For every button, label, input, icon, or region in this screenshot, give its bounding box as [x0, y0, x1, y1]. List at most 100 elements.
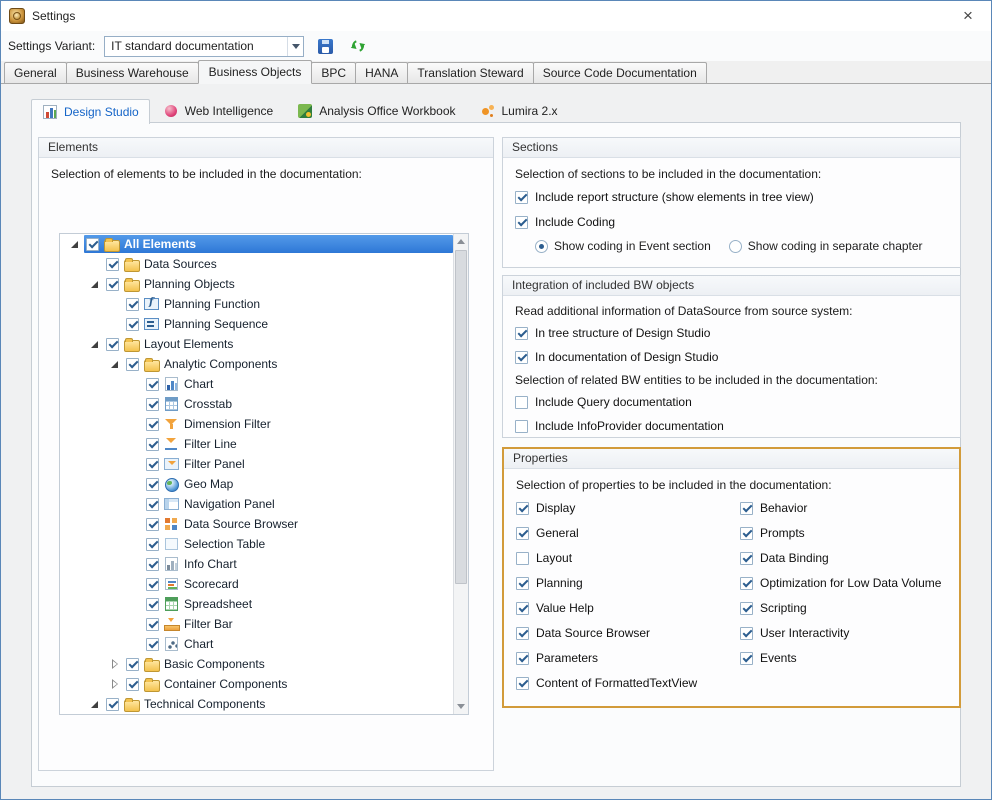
tree-item-container-components[interactable]: Container Components — [60, 674, 453, 694]
tree-item-dimension-filter[interactable]: Dimension Filter — [60, 414, 453, 434]
chevron-down-icon[interactable] — [287, 37, 303, 56]
checkbox[interactable] — [146, 558, 159, 571]
checkbox[interactable] — [146, 418, 159, 431]
tree-item-basic-components[interactable]: Basic Components — [60, 654, 453, 674]
main-tab-general[interactable]: General — [4, 62, 67, 83]
checkbox[interactable] — [740, 577, 753, 590]
checkbox[interactable] — [516, 577, 529, 590]
checkbox[interactable] — [126, 358, 139, 371]
checkbox[interactable] — [146, 478, 159, 491]
checkbox[interactable] — [740, 602, 753, 615]
checkbox[interactable] — [106, 698, 119, 711]
main-tab-source-code-documentation[interactable]: Source Code Documentation — [533, 62, 707, 83]
expand-arrow-icon[interactable] — [126, 434, 144, 454]
main-tab-hana[interactable]: HANA — [355, 62, 408, 83]
checkbox[interactable] — [515, 191, 528, 204]
tree-item-filter-line[interactable]: Filter Line — [60, 434, 453, 454]
checkbox-prompts[interactable]: Prompts — [740, 525, 947, 541]
close-button[interactable]: × — [953, 2, 983, 30]
radio-button[interactable] — [535, 240, 548, 253]
checkbox[interactable] — [516, 652, 529, 665]
expand-arrow-icon[interactable] — [126, 514, 144, 534]
refresh-button[interactable] — [346, 35, 370, 57]
checkbox[interactable] — [516, 527, 529, 540]
checkbox[interactable] — [126, 298, 139, 311]
expand-arrow-icon[interactable] — [126, 614, 144, 634]
expand-arrow-icon[interactable] — [126, 454, 144, 474]
main-tab-business-warehouse[interactable]: Business Warehouse — [66, 62, 199, 83]
tree-item-chart[interactable]: Chart — [60, 374, 453, 394]
expand-arrow-icon[interactable] — [106, 654, 124, 674]
checkbox-planning[interactable]: Planning — [516, 575, 716, 591]
checkbox[interactable] — [515, 327, 528, 340]
expand-arrow-icon[interactable] — [126, 474, 144, 494]
checkbox[interactable] — [126, 318, 139, 331]
tree-item-chart[interactable]: Chart — [60, 634, 453, 654]
checkbox[interactable] — [146, 598, 159, 611]
checkbox[interactable] — [106, 338, 119, 351]
checkbox-parameters[interactable]: Parameters — [516, 650, 716, 666]
checkbox[interactable] — [146, 438, 159, 451]
radio-button[interactable] — [729, 240, 742, 253]
checkbox[interactable] — [516, 502, 529, 515]
variant-combobox[interactable]: IT standard documentation — [104, 36, 304, 57]
checkbox-content-of-formattedtextview[interactable]: Content of FormattedTextView — [516, 675, 716, 691]
tree-item-selection-table[interactable]: Selection Table — [60, 534, 453, 554]
checkbox-value-help[interactable]: Value Help — [516, 600, 716, 616]
checkbox[interactable] — [146, 398, 159, 411]
sub-tab-lumira-2-x[interactable]: Lumira 2.x — [469, 98, 569, 123]
tree-scrollbar[interactable] — [453, 234, 468, 714]
checkbox-include-coding[interactable]: Include Coding — [515, 214, 948, 230]
scroll-up-arrow-icon[interactable] — [454, 234, 468, 249]
expand-arrow-icon[interactable] — [106, 294, 124, 314]
scroll-down-arrow-icon[interactable] — [454, 699, 468, 714]
checkbox-include-report-structure-show-elements-in-tree-view[interactable]: Include report structure (show elements … — [515, 189, 948, 205]
expand-arrow-icon[interactable] — [126, 534, 144, 554]
expand-arrow-icon[interactable] — [126, 414, 144, 434]
tree-item-filter-bar[interactable]: Filter Bar — [60, 614, 453, 634]
checkbox[interactable] — [740, 502, 753, 515]
expand-arrow-icon[interactable] — [86, 334, 104, 354]
tree-item-scorecard[interactable]: Scorecard — [60, 574, 453, 594]
expand-arrow-icon[interactable] — [126, 494, 144, 514]
expand-arrow-icon[interactable] — [126, 374, 144, 394]
tree-item-info-chart[interactable]: Info Chart — [60, 554, 453, 574]
tree-item-filter-panel[interactable]: Filter Panel — [60, 454, 453, 474]
checkbox-layout[interactable]: Layout — [516, 550, 716, 566]
checkbox[interactable] — [86, 238, 99, 251]
checkbox[interactable] — [126, 678, 139, 691]
checkbox[interactable] — [146, 638, 159, 651]
main-tab-translation-steward[interactable]: Translation Steward — [407, 62, 533, 83]
checkbox[interactable] — [146, 518, 159, 531]
checkbox-behavior[interactable]: Behavior — [740, 500, 947, 516]
tree-item-all-elements[interactable]: All Elements — [60, 234, 453, 254]
checkbox-optimization-for-low-data-volume[interactable]: Optimization for Low Data Volume — [740, 575, 947, 591]
checkbox-include-infoprovider-documentation[interactable]: Include InfoProvider documentation — [515, 418, 948, 434]
tree-item-spreadsheet[interactable]: Spreadsheet — [60, 594, 453, 614]
tree-item-data-sources[interactable]: Data Sources — [60, 254, 453, 274]
save-button[interactable] — [313, 35, 337, 57]
checkbox[interactable] — [146, 578, 159, 591]
scroll-thumb[interactable] — [455, 250, 467, 584]
checkbox-scripting[interactable]: Scripting — [740, 600, 947, 616]
checkbox[interactable] — [515, 351, 528, 364]
tree-item-technical-components[interactable]: Technical Components — [60, 694, 453, 714]
checkbox[interactable] — [146, 378, 159, 391]
expand-arrow-icon[interactable] — [126, 394, 144, 414]
main-tab-bpc[interactable]: BPC — [311, 62, 356, 83]
expand-arrow-icon[interactable] — [106, 354, 124, 374]
expand-arrow-icon[interactable] — [106, 674, 124, 694]
checkbox[interactable] — [515, 396, 528, 409]
checkbox[interactable] — [516, 627, 529, 640]
checkbox[interactable] — [146, 458, 159, 471]
expand-arrow-icon[interactable] — [106, 314, 124, 334]
checkbox-in-tree-structure-of-design-studio[interactable]: In tree structure of Design Studio — [515, 325, 948, 341]
sub-tab-web-intelligence[interactable]: Web Intelligence — [152, 98, 285, 123]
tree-item-planning-sequence[interactable]: Planning Sequence — [60, 314, 453, 334]
main-tab-business-objects[interactable]: Business Objects — [198, 60, 313, 84]
expand-arrow-icon[interactable] — [86, 254, 104, 274]
checkbox[interactable] — [740, 627, 753, 640]
checkbox[interactable] — [740, 652, 753, 665]
checkbox[interactable] — [516, 602, 529, 615]
checkbox-events[interactable]: Events — [740, 650, 947, 666]
